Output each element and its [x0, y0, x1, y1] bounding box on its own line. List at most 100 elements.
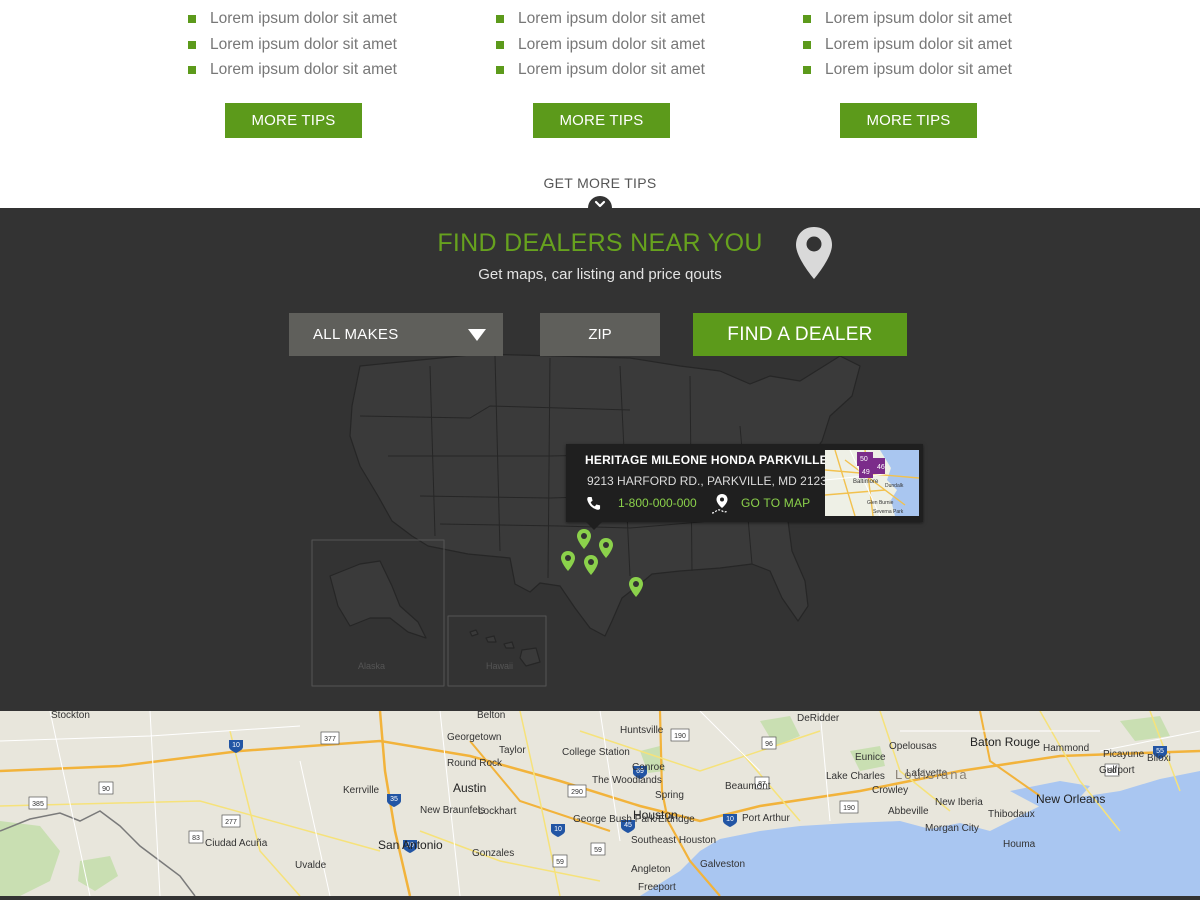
highway-shield-icon: 385	[28, 796, 48, 810]
square-bullet-icon	[188, 66, 196, 74]
area-map[interactable]: 10 377 90 385 277 83 290 45 190 59 96 10…	[0, 711, 1200, 896]
dealer-phone-link[interactable]: 1-800-000-000	[618, 496, 697, 510]
location-pin-icon	[796, 227, 832, 279]
tip-item: Lorem ipsum dolor sit amet	[496, 8, 756, 34]
caret-down-icon	[468, 329, 486, 341]
tip-text: Lorem ipsum dolor sit amet	[210, 61, 397, 78]
dealer-map-thumbnail[interactable]: 50 46 49 Baltimore Dundalk Glen Burnie S…	[825, 450, 919, 516]
highway-shield-icon: 377	[320, 731, 340, 745]
tips-list: Lorem ipsum dolor sit amet Lorem ipsum d…	[188, 8, 448, 85]
shield-number: 83	[192, 835, 200, 842]
highway-shield-icon: 83	[188, 830, 204, 844]
city-label: Lake Charles	[826, 771, 885, 782]
city-label: Spring	[655, 790, 684, 801]
tip-item: Lorem ipsum dolor sit amet	[803, 59, 1063, 85]
tips-section: Lorem ipsum dolor sit amet Lorem ipsum d…	[0, 0, 1200, 208]
tip-item: Lorem ipsum dolor sit amet	[188, 59, 448, 85]
city-label: Abbeville	[888, 806, 929, 817]
highway-shield-icon: 96	[761, 736, 777, 750]
state-label: Louisiana	[895, 767, 969, 782]
dealer-pin-icon[interactable]	[598, 537, 614, 559]
city-label: Huntsville	[620, 725, 664, 736]
more-tips-button[interactable]: MORE TIPS	[225, 103, 362, 138]
tip-item: Lorem ipsum dolor sit amet	[496, 34, 756, 60]
thumb-label: Dundalk	[885, 483, 904, 489]
tip-item: Lorem ipsum dolor sit amet	[188, 34, 448, 60]
more-tips-button[interactable]: MORE TIPS	[840, 103, 977, 138]
city-label: Freeport	[638, 882, 676, 893]
get-more-tips-link[interactable]: GET MORE TIPS	[0, 175, 1200, 191]
highway-shield-icon: 290	[567, 784, 587, 798]
tip-item: Lorem ipsum dolor sit amet	[803, 8, 1063, 34]
tip-text: Lorem ipsum dolor sit amet	[825, 35, 1012, 53]
city-label: College Station	[562, 747, 630, 758]
city-label: Ciudad Acuña	[205, 838, 268, 849]
highway-shield-icon: 190	[839, 800, 859, 814]
mini-map: 50 46 49 Baltimore Dundalk Glen Burnie S…	[825, 450, 919, 516]
tips-column: Lorem ipsum dolor sit amet Lorem ipsum d…	[188, 8, 448, 85]
more-tips-button[interactable]: MORE TIPS	[533, 103, 670, 138]
city-label: Round Rock	[447, 758, 503, 769]
dealer-pin-icon[interactable]	[583, 554, 599, 576]
shield-number: 290	[571, 789, 583, 796]
city-label: Georgetown	[447, 732, 502, 743]
city-label: Stockton	[51, 711, 90, 721]
city-label: Opelousas	[889, 741, 937, 752]
shield-number: 90	[102, 786, 110, 793]
tip-text: Lorem ipsum dolor sit amet	[210, 35, 397, 53]
thumb-label: Glen Burnie	[867, 500, 894, 506]
find-dealers-section: Alaska Hawaii FIND DEALERS NEAR YOU Get …	[0, 208, 1200, 711]
city-label: Southeast Houston	[631, 835, 717, 846]
dealer-pin-icon[interactable]	[628, 576, 644, 598]
square-bullet-icon	[188, 40, 196, 49]
square-bullet-icon	[803, 15, 811, 23]
thumb-label: Baltimore	[853, 479, 879, 485]
shield-number: 59	[556, 859, 564, 866]
go-to-map-link[interactable]: GO TO MAP	[741, 496, 810, 510]
city-label: Angleton	[631, 864, 671, 875]
thumb-badge: 46	[877, 464, 885, 471]
tips-column: Lorem ipsum dolor sit amet Lorem ipsum d…	[803, 8, 1063, 85]
city-label: Beaumont	[725, 781, 771, 792]
dealer-pin-icon[interactable]	[576, 528, 592, 550]
shield-number: 35	[390, 796, 398, 803]
tip-item: Lorem ipsum dolor sit amet	[188, 8, 448, 34]
highway-shield-icon: 190	[670, 728, 690, 742]
city-label: Belton	[477, 711, 506, 721]
highway-shield-icon: 59	[590, 842, 606, 856]
square-bullet-icon	[803, 66, 811, 74]
highway-shield-icon: 90	[98, 781, 114, 795]
shield-number: 377	[324, 736, 336, 743]
tip-text: Lorem ipsum dolor sit amet	[825, 10, 1012, 27]
thumb-label: Severna Park	[873, 509, 904, 515]
city-label: Picayune	[1103, 749, 1145, 760]
square-bullet-icon	[496, 40, 504, 49]
shield-number: 96	[765, 741, 773, 748]
dealers-subtitle: Get maps, car listing and price qouts	[478, 266, 722, 283]
hawaii-label: Hawaii	[486, 661, 513, 671]
shield-number: 190	[674, 733, 686, 740]
zip-input[interactable]	[540, 313, 660, 356]
find-dealer-button[interactable]: FIND A DEALER	[693, 313, 907, 356]
shield-number: 277	[225, 819, 237, 826]
square-bullet-icon	[496, 15, 504, 23]
thumb-badge: 49	[862, 469, 870, 476]
makes-select[interactable]: ALL MAKES	[289, 313, 503, 356]
shield-number: 10	[232, 742, 240, 749]
square-bullet-icon	[496, 66, 504, 74]
tip-item: Lorem ipsum dolor sit amet	[496, 59, 756, 85]
dealer-pin-icon[interactable]	[560, 550, 576, 572]
city-label: Gulfport	[1099, 765, 1135, 776]
dealer-info-card: HERITAGE MILEONE HONDA PARKVILLE 9213 HA…	[566, 444, 923, 530]
tips-list: Lorem ipsum dolor sit amet Lorem ipsum d…	[496, 8, 756, 85]
makes-select-value: ALL MAKES	[313, 326, 399, 343]
square-bullet-icon	[803, 40, 811, 49]
thumb-badge: 50	[860, 456, 868, 463]
tips-list: Lorem ipsum dolor sit amet Lorem ipsum d…	[803, 8, 1063, 85]
footer-bar	[0, 896, 1200, 900]
city-label: Crowley	[872, 785, 909, 796]
city-label: Biloxi	[1147, 753, 1171, 764]
shield-number: 10	[726, 816, 734, 823]
city-label: Taylor	[499, 745, 526, 756]
tip-text: Lorem ipsum dolor sit amet	[518, 35, 705, 53]
